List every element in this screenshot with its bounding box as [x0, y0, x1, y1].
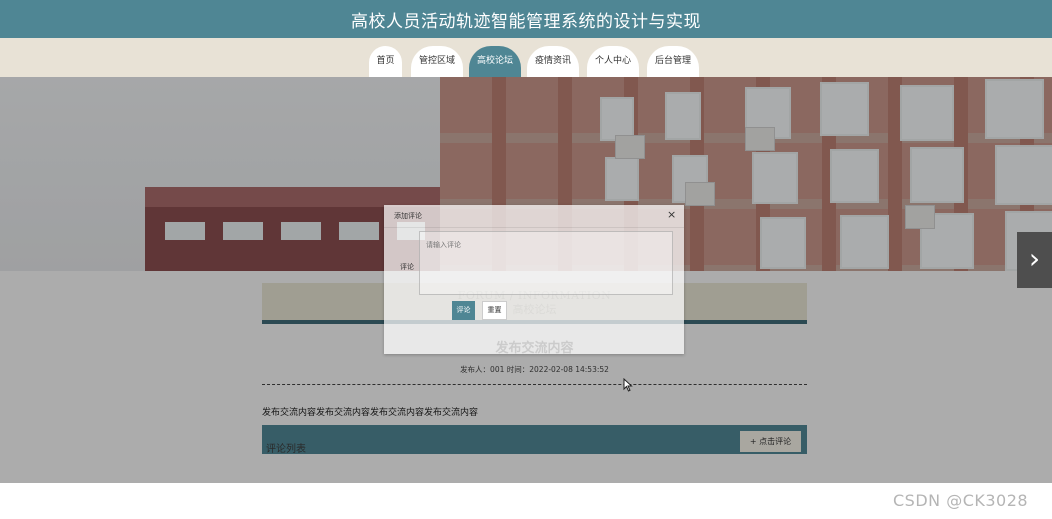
- watermark: CSDN @CK3028: [893, 491, 1029, 510]
- site-title: 高校人员活动轨迹智能管理系统的设计与实现: [351, 12, 701, 32]
- add-comment-dialog: 添加评论 × 评论 评论 重置: [384, 205, 684, 354]
- main-nav: 首页 管控区域 高校论坛 疫情资讯 个人中心 后台管理: [0, 38, 1052, 86]
- chevron-right-icon: ›: [1028, 242, 1041, 275]
- site-header: 高校人员活动轨迹智能管理系统的设计与实现: [0, 0, 1052, 38]
- dialog-title: 添加评论: [394, 212, 422, 220]
- close-icon[interactable]: ×: [667, 208, 676, 221]
- submit-comment-button[interactable]: 评论: [452, 301, 475, 320]
- carousel-next-button[interactable]: ›: [1017, 232, 1052, 288]
- dialog-divider: [384, 227, 684, 228]
- cursor-arrow-icon: [623, 378, 633, 392]
- reset-button[interactable]: 重置: [482, 301, 507, 320]
- comment-textarea[interactable]: [419, 231, 673, 295]
- comment-field-label: 评论: [400, 263, 414, 271]
